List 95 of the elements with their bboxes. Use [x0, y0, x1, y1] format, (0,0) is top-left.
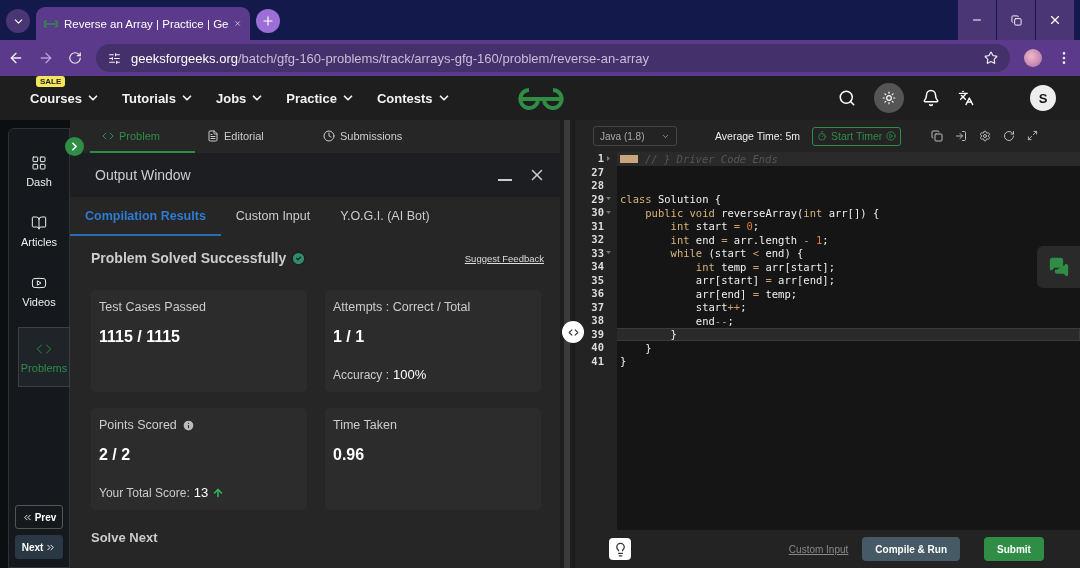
forward-icon [38, 50, 54, 66]
code-line: public void reverseArray(int arr[]) { [644, 206, 880, 219]
fold-arrow-icon[interactable] [606, 196, 611, 202]
check-icon [291, 250, 307, 266]
browser-tab[interactable]: Reverse an Array | Practice | Ge [36, 7, 250, 40]
code-line: start++; [694, 301, 747, 314]
sidebar-item[interactable]: Videos [13, 267, 65, 315]
code-line: int start = 0; [669, 220, 760, 233]
sun-icon [882, 91, 896, 105]
theme-toggle[interactable] [874, 83, 904, 113]
fold-marker[interactable] [620, 154, 638, 163]
card-label: Points Scored [99, 418, 177, 432]
output-tab[interactable]: Compilation Results [70, 197, 221, 236]
card-label: Test Cases Passed [99, 300, 206, 314]
book-icon [31, 214, 47, 231]
reload-icon [68, 51, 82, 65]
translate-icon [958, 90, 974, 106]
code-line: arr[end] = temp; [694, 287, 798, 300]
nav-menu[interactable]: Tutorials [122, 90, 194, 106]
card-caption: Accuracy : [333, 367, 389, 382]
code-line: } [644, 341, 652, 354]
fold-arrow-icon[interactable] [606, 209, 611, 215]
submit-button[interactable]: Submit [984, 537, 1044, 561]
site-icon [44, 18, 58, 29]
search-icon [838, 89, 856, 107]
enter-icon [955, 130, 968, 142]
nav-menu[interactable]: Jobs [215, 90, 265, 106]
fold-arrow-icon[interactable] [606, 155, 611, 161]
restore-button[interactable] [997, 0, 1035, 40]
problem-tab[interactable]: Editorial [195, 120, 311, 153]
profile-avatar[interactable] [1024, 49, 1042, 67]
start-timer-button[interactable]: Start Timer [812, 126, 902, 146]
card-caption-value: 100% [393, 367, 427, 382]
card-caption: Your Total Score: [99, 485, 190, 500]
document-icon [207, 129, 219, 142]
star-icon [984, 51, 998, 65]
dashboard-icon [31, 154, 47, 171]
card-value: 0.96 [333, 446, 366, 464]
code-line: end--; [694, 314, 734, 327]
tab-list-button[interactable] [6, 9, 30, 33]
restore-icon [1010, 14, 1022, 26]
language-select[interactable]: Java (1.8) [593, 126, 677, 146]
user-avatar[interactable]: S [1030, 85, 1056, 111]
compile-run-button[interactable]: Compile & Run [862, 537, 960, 561]
code-line: } [669, 328, 677, 341]
plus-icon [261, 14, 275, 28]
code-line: int end = arr.length - 1; [669, 233, 829, 246]
chat-button[interactable] [1037, 246, 1080, 288]
code-line: } [619, 355, 627, 368]
timer-icon [817, 131, 827, 141]
address-bar[interactable]: geeksforgeeks.org/batch/gfg-160-problems/track/arrays-gfg-160/problem/reverse-an-array [96, 44, 1010, 72]
line-number: 1 [575, 152, 617, 166]
prev-button[interactable]: Prev [15, 505, 63, 529]
feedback-link[interactable]: Suggest Feedback [464, 252, 544, 264]
section-heading: Solve Next [91, 530, 159, 545]
close-button[interactable] [1036, 0, 1074, 40]
sidebar-item[interactable]: Articles [13, 207, 65, 255]
sidebar-item[interactable]: Problems [18, 327, 70, 387]
code-line: while (start < end) { [669, 247, 804, 260]
sale-badge: SALE [36, 75, 66, 87]
card-label: Time Taken [333, 418, 397, 432]
card-value: 1115 / 1115 [99, 328, 181, 346]
nav-menu[interactable]: Contests [376, 90, 451, 106]
copy-icon [931, 130, 944, 142]
clock-icon [323, 129, 335, 142]
code-line: arr[start] = arr[end]; [694, 274, 835, 287]
card-value: 1 / 1 [333, 328, 366, 346]
status-message: Problem Solved Successfully [91, 250, 287, 266]
reset-icon [1003, 130, 1016, 142]
chat-icon [1048, 257, 1069, 277]
card-caption-value: 13 [193, 485, 209, 500]
problem-tab[interactable]: Submissions [311, 120, 427, 153]
next-button[interactable]: Next [15, 535, 63, 559]
fullscreen-icon [1027, 130, 1039, 141]
fold-arrow-icon[interactable] [606, 250, 611, 256]
hint-button[interactable] [609, 538, 631, 560]
custom-input-link[interactable]: Custom Input [788, 543, 849, 555]
new-tab-button[interactable] [256, 9, 280, 33]
card-value: 2 / 2 [99, 446, 132, 464]
back-icon [8, 50, 24, 66]
sidebar-item[interactable]: Dash [13, 147, 65, 195]
nav-menu[interactable]: Practice [286, 90, 355, 106]
code-line: class Solution { [619, 193, 722, 206]
output-tab[interactable]: Custom Input [220, 197, 326, 236]
bell-icon [922, 89, 940, 107]
output-tab[interactable]: Y.O.G.I. (AI Bot) [325, 197, 445, 236]
settings-icon [979, 130, 992, 142]
logo-icon [515, 86, 567, 112]
site-settings-icon [108, 51, 121, 65]
close-icon [1048, 13, 1062, 27]
output-window-title: Output Window [95, 167, 192, 183]
code-line: int temp = arr[start]; [694, 260, 835, 273]
play-icon [886, 131, 897, 141]
card-label: Attempts : Correct / Total [333, 300, 471, 314]
average-time: Average Time: 5m [715, 130, 800, 142]
